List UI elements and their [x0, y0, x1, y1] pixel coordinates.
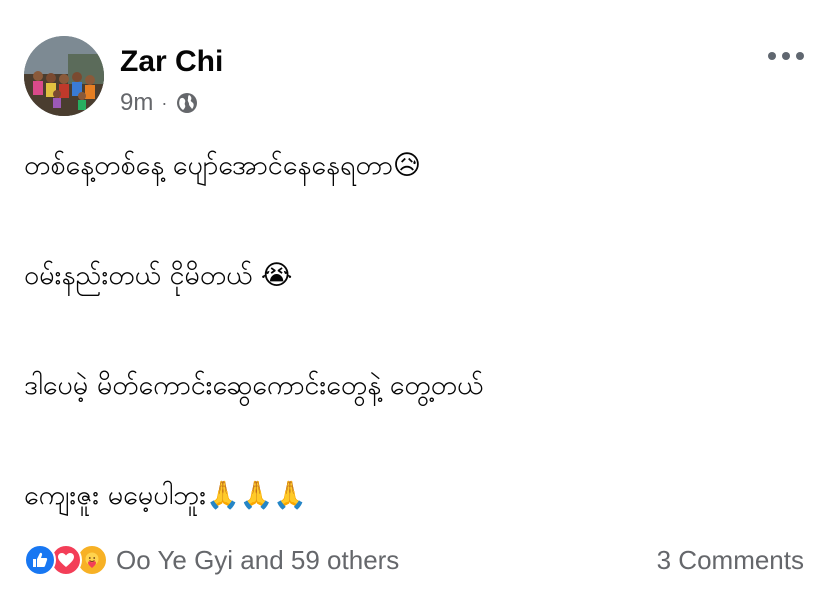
avatar-photo [24, 36, 104, 116]
reactions-text[interactable]: Oo Ye Gyi and 59 others [116, 545, 399, 576]
post-footer: Oo Ye Gyi and 59 others 3 Comments [24, 540, 804, 580]
post-line-3: ဒါပေမဲ့ မိတ်ကောင်းဆွေကောင်းတွေနဲ့ တွေ့တယ… [24, 370, 484, 401]
feed-post: Zar Chi 9m · တစ်နေ့တစ်နေ့ ပျော်အောင်နေနေ… [0, 0, 828, 594]
reactions-summary[interactable]: Oo Ye Gyi and 59 others [24, 544, 399, 576]
more-dot [782, 52, 790, 60]
like-icon [24, 544, 56, 576]
more-options-icon[interactable] [768, 44, 804, 68]
post-line-1: တစ်နေ့တစ်နေ့ ပျော်အောင်နေနေရတာ😥 [24, 150, 422, 181]
post-text: တစ်နေ့တစ်နေ့ ပျော်အောင်နေနေရတာ😥 ဝမ်းနည်း… [24, 142, 804, 520]
more-dot [796, 52, 804, 60]
post-meta: 9m · [120, 88, 199, 118]
post-line-2: ဝမ်းနည်းတယ် ငိုမိတယ် 😭 [24, 260, 293, 291]
comments-count-link[interactable]: 3 Comments [657, 545, 804, 576]
author-name[interactable]: Zar Chi [120, 44, 223, 80]
meta-separator: · [161, 92, 168, 113]
reaction-icons [24, 544, 108, 576]
post-time[interactable]: 9m [120, 89, 153, 117]
author-avatar[interactable] [24, 36, 104, 116]
globe-icon[interactable] [175, 91, 199, 115]
more-dot [768, 52, 776, 60]
post-line-4: ကျေးဇူး မမေ့ပါဘူး🙏🙏🙏 [24, 480, 307, 511]
